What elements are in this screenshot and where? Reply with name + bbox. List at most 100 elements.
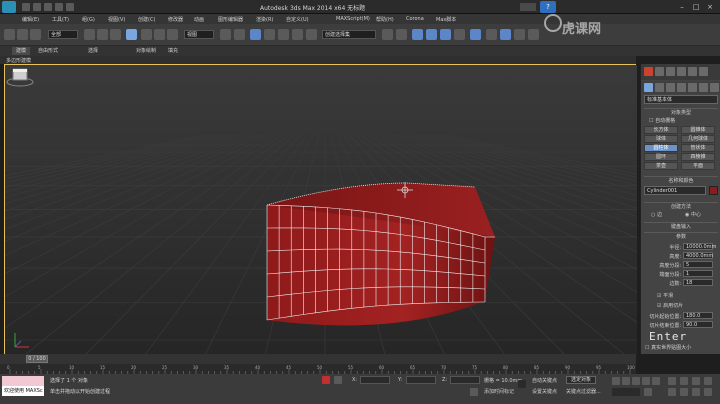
- slice-from-field[interactable]: 180.0: [683, 312, 713, 319]
- previous-frame-icon[interactable]: [622, 377, 630, 385]
- height-segments-field[interactable]: 5: [683, 261, 713, 268]
- render-setup-icon[interactable]: [486, 29, 497, 40]
- named-selection-dropdown[interactable]: 创建选择集: [322, 30, 376, 39]
- select-by-name-icon[interactable]: [97, 29, 108, 40]
- snap-toggle-icon[interactable]: [250, 29, 261, 40]
- x-coordinate-field[interactable]: [360, 376, 390, 384]
- menu-max-scripts[interactable]: Max脚本: [436, 16, 456, 23]
- maximize-icon[interactable]: □: [690, 2, 702, 12]
- set-key-button[interactable]: 设置关键点: [532, 388, 557, 395]
- key-icon[interactable]: [518, 380, 526, 388]
- menu-views[interactable]: 视图(V): [108, 16, 125, 23]
- percent-snap-icon[interactable]: [278, 29, 289, 40]
- systems-icon[interactable]: [710, 83, 719, 92]
- display-tab-icon[interactable]: [688, 67, 697, 76]
- rendered-frame-icon[interactable]: [500, 29, 511, 40]
- perspective-viewport[interactable]: [4, 64, 637, 355]
- open-file-icon[interactable]: [33, 3, 41, 11]
- minimize-icon[interactable]: –: [676, 2, 688, 12]
- radio-center[interactable]: ◉ 中心: [685, 211, 701, 218]
- selection-filter-dropdown[interactable]: 全部: [48, 30, 78, 39]
- field-of-view-icon[interactable]: [668, 388, 676, 396]
- menu-corona[interactable]: Corona: [406, 16, 424, 22]
- utilities-tab-icon[interactable]: [699, 67, 708, 76]
- edit-named-selection-icon[interactable]: [306, 29, 317, 40]
- polygon-modeling-label[interactable]: 多边形建模: [6, 57, 31, 64]
- tab-populate[interactable]: 填充: [164, 47, 182, 55]
- reference-coord-dropdown[interactable]: 视图: [184, 30, 214, 39]
- menu-rendering[interactable]: 渲染(R): [256, 16, 273, 23]
- unlink-icon[interactable]: [30, 29, 41, 40]
- smooth-checkbox[interactable]: ☑ 平滑: [657, 292, 673, 299]
- help-icon[interactable]: ?: [540, 1, 556, 13]
- helpers-icon[interactable]: [688, 83, 697, 92]
- current-frame-field[interactable]: [612, 388, 640, 396]
- sides-field[interactable]: 18: [683, 279, 713, 286]
- shapes-icon[interactable]: [655, 83, 664, 92]
- search-icon[interactable]: [520, 3, 536, 11]
- name-color-header[interactable]: 名称和颜色: [644, 176, 718, 184]
- track-bar[interactable]: 0 5 10 15 20 25 30 35 40 45 50 55 60 65 70 75 80 85 90 95 10…: [0, 364, 636, 374]
- y-coordinate-field[interactable]: [406, 376, 436, 384]
- creation-method-header[interactable]: 创建方法: [644, 202, 718, 210]
- rotate-icon[interactable]: [154, 29, 165, 40]
- tab-freeform[interactable]: 自由形式: [34, 47, 62, 55]
- slice-on-checkbox[interactable]: ☑ 启用切片: [657, 302, 683, 309]
- pan-icon[interactable]: [680, 388, 688, 396]
- tube-button[interactable]: 管状体: [681, 144, 715, 152]
- time-slider-handle[interactable]: 0 / 100: [26, 355, 48, 363]
- key-filters-button[interactable]: 关键点过滤器...: [566, 388, 601, 395]
- real-world-map-checkbox[interactable]: ☐ 真实世界贴图大小: [645, 344, 691, 351]
- go-to-start-icon[interactable]: [612, 377, 620, 385]
- menu-animation[interactable]: 动画: [194, 16, 204, 23]
- menu-group[interactable]: 组(G): [82, 16, 95, 23]
- graphite-toggle-icon[interactable]: [426, 29, 437, 40]
- curve-editor-icon[interactable]: [440, 29, 451, 40]
- pyramid-button[interactable]: 四棱锥: [681, 153, 715, 161]
- primitive-category-dropdown[interactable]: 标准基本体: [644, 95, 718, 104]
- add-time-tag-label[interactable]: 添加时间标记: [484, 388, 514, 395]
- maxscript-mini-listener[interactable]: 欢迎使用 MAXSc: [2, 386, 44, 396]
- zoom-extents-icon[interactable]: [692, 377, 700, 385]
- menu-graph-editors[interactable]: 图形编辑器: [218, 16, 243, 23]
- play-icon[interactable]: [632, 377, 640, 385]
- zoom-extents-all-icon[interactable]: [704, 377, 712, 385]
- schematic-view-icon[interactable]: [454, 29, 465, 40]
- menu-modifiers[interactable]: 修改器: [168, 16, 183, 23]
- height-field[interactable]: 4000.0mm: [683, 252, 713, 259]
- cap-segments-field[interactable]: 1: [683, 270, 713, 277]
- slice-to-field[interactable]: 90.0: [683, 321, 713, 328]
- z-coordinate-field[interactable]: [450, 376, 480, 384]
- angle-snap-icon[interactable]: [264, 29, 275, 40]
- torus-button[interactable]: 圆环: [644, 153, 678, 161]
- object-type-header[interactable]: 对象类型: [644, 108, 718, 116]
- object-name-field[interactable]: Cylinder001: [644, 186, 706, 195]
- radio-edge[interactable]: ○ 边: [651, 211, 662, 218]
- maximize-viewport-icon[interactable]: [704, 388, 712, 396]
- time-config-icon[interactable]: [644, 388, 652, 396]
- geometry-icon[interactable]: [644, 83, 653, 92]
- motion-tab-icon[interactable]: [677, 67, 686, 76]
- menu-help[interactable]: 帮助(H): [376, 16, 394, 23]
- cameras-icon[interactable]: [677, 83, 686, 92]
- auto-key-button[interactable]: 自动关键点: [532, 377, 557, 384]
- material-editor-icon[interactable]: [470, 29, 481, 40]
- selected-object-dropdown[interactable]: 选定对象: [566, 376, 596, 384]
- link-icon[interactable]: [17, 29, 28, 40]
- pivot-icon[interactable]: [220, 29, 231, 40]
- next-frame-icon[interactable]: [642, 377, 650, 385]
- tab-selection[interactable]: 选择: [84, 47, 102, 55]
- time-slider[interactable]: 0 / 100: [0, 354, 636, 364]
- geosphere-button[interactable]: 几何球体: [681, 135, 715, 143]
- scale-icon[interactable]: [167, 29, 178, 40]
- sphere-button[interactable]: 球体: [644, 135, 678, 143]
- menu-create[interactable]: 创建(C): [138, 16, 155, 23]
- menu-maxscript[interactable]: MAXScript(M): [336, 16, 370, 22]
- time-tag-icon[interactable]: [470, 388, 478, 396]
- radius-field[interactable]: 10000.0mm: [683, 243, 716, 250]
- move-icon[interactable]: [141, 29, 152, 40]
- undo-icon[interactable]: [55, 3, 63, 11]
- cone-button[interactable]: 圆锥体: [681, 126, 715, 134]
- spinner-snap-icon[interactable]: [292, 29, 303, 40]
- go-to-end-icon[interactable]: [652, 377, 660, 385]
